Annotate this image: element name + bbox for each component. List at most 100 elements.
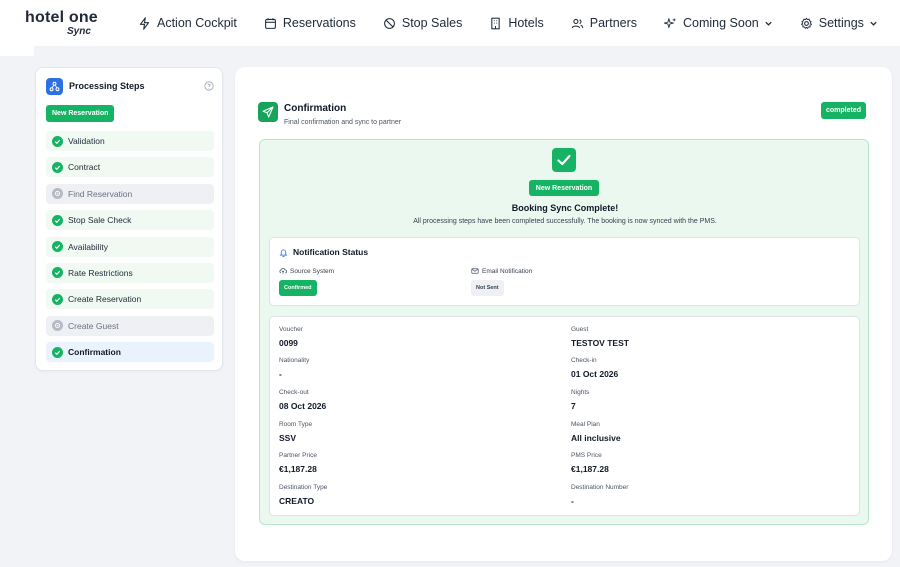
nav-hotels[interactable]: Hotels [489,16,544,30]
pending-icon [52,188,63,200]
field-label: Destination Number [571,484,629,491]
field-destination-number: Destination Number - [571,484,628,506]
step-find-reservation[interactable]: Find Reservation [46,183,214,204]
field-check-out: Check-out 08 Oct 2026 [279,389,326,411]
pending-icon [52,320,63,332]
step-create-guest[interactable]: Create Guest [46,315,214,336]
field-pms-price: PMS Price €1,187.28 [571,452,609,474]
reservation-details-card: Voucher 0099 Guest TESTOV TEST Nationali… [269,316,860,516]
processing-steps-title: Processing Steps [69,81,145,91]
field-value: 01 Oct 2026 [571,369,619,379]
notification-status-card: Notification Status Source System Confir… [269,237,860,306]
field-label: Partner Price [279,452,317,459]
sync-title: Booking Sync Complete! [511,203,619,213]
field-value: TESTOV TEST [571,338,629,348]
step-label: Stop Sale Check [68,215,132,226]
nav-reservations[interactable]: Reservations [264,16,356,30]
field-value: 7 [571,401,576,411]
field-value: All inclusive [571,433,621,443]
nav-action-cockpit[interactable]: Action Cockpit [138,16,237,30]
step-availability[interactable]: Availability [46,236,214,257]
field-value: €1,187.28 [571,464,609,474]
field-value: - [279,369,282,379]
notification-status-title: Notification Status [293,247,369,257]
field-meal-plan: Meal Plan All inclusive [571,421,621,443]
confirmation-panel: Confirmation Final confirmation and sync… [235,67,892,561]
field-value: 08 Oct 2026 [279,401,327,411]
check-circle-icon [52,214,63,226]
field-partner-price: Partner Price €1,187.28 [279,452,317,474]
notification-status-header: Notification Status [279,247,368,257]
step-label: Contract [68,162,101,173]
step-label: Availability [68,241,109,252]
nav-label: Reservations [282,16,356,30]
logo-main-text: hotel one [25,9,98,26]
email-notification-label: Email Notification [482,267,533,275]
bell-icon [279,249,288,257]
step-rate-restrictions[interactable]: Rate Restrictions [46,262,214,283]
top-navigation-bar: hotel one Sync Action Cockpit Reservatio… [0,0,900,46]
steps-list: Validation Contract Find Reservation Sto… [46,131,214,369]
step-stop-sale-check[interactable]: Stop Sale Check [46,210,214,231]
field-label: Room Type [279,421,313,428]
step-label: Find Reservation [68,188,133,199]
reservation-type-badge: New Reservation [46,105,115,122]
nav-settings[interactable]: Settings [800,16,878,30]
gear-icon [800,17,812,29]
hotel-one-sync-logo[interactable]: hotel one Sync [25,9,98,39]
step-label: Create Guest [68,320,119,331]
field-check-in: Check-in 01 Oct 2026 [571,357,618,379]
field-label: PMS Price [571,452,602,459]
calendar-icon [265,17,276,29]
field-value: - [571,496,574,506]
logo-area-extension [0,46,34,56]
mail-icon [471,268,479,274]
source-system-badge: Confirmed [279,280,317,296]
sync-success-box: New Reservation Booking Sync Complete! A… [259,139,869,525]
processing-steps-header: Processing Steps [46,77,214,95]
field-room-type: Room Type SSV [279,421,312,443]
help-icon[interactable] [204,81,214,91]
nav-label: Action Cockpit [157,16,237,30]
step-validation[interactable]: Validation [46,131,214,151]
field-value: CREATO [279,496,315,506]
step-contract[interactable]: Contract [46,157,214,178]
nav-label: Settings [818,16,864,30]
cloud-upload-icon [279,268,287,274]
field-label: Check-out [279,389,309,396]
step-label: Validation [68,136,105,146]
nav-partners[interactable]: Partners [571,16,637,30]
send-icon [258,102,278,122]
field-value: SSV [279,433,297,443]
nav-label: Stop Sales [401,16,463,30]
check-circle-icon [52,267,63,279]
email-notification-badge: Not Sent [471,280,504,296]
page-title: Confirmation [284,103,347,114]
step-create-reservation[interactable]: Create Reservation [46,289,214,310]
step-confirmation[interactable]: Confirmation [46,342,214,363]
check-square-icon [552,148,576,172]
main-nav: Action Cockpit Reservations Stop Sales H… [138,12,900,34]
reservation-type-badge: New Reservation [529,180,599,196]
field-nationality: Nationality - [279,357,309,379]
field-label: Guest [571,326,589,333]
step-label: Confirmation [68,347,121,358]
field-voucher: Voucher 0099 [279,326,303,348]
nav-label: Partners [589,16,638,30]
check-circle-icon [52,346,63,358]
nav-label: Coming Soon [683,16,759,30]
field-destination-type: Destination Type CREATO [279,484,327,506]
building-icon [491,17,501,29]
sync-description: All processing steps have been completed… [413,218,717,225]
step-label: Rate Restrictions [68,267,133,278]
check-circle-icon [52,241,63,253]
email-notification-status: Email Notification Not Sent [471,267,532,296]
page-subtitle: Final confirmation and sync to partner [284,119,402,126]
field-guest: Guest TESTOV TEST [571,326,629,348]
sparkles-icon [664,17,677,28]
nav-coming-soon[interactable]: Coming Soon [664,16,773,30]
field-label: Destination Type [279,484,328,491]
nav-stop-sales[interactable]: Stop Sales [383,16,462,30]
check-circle-icon [52,293,63,305]
lightning-icon [139,16,150,30]
